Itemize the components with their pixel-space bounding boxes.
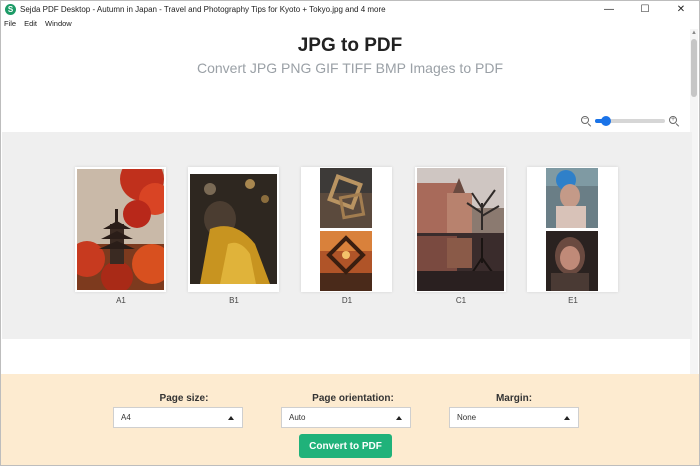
window-controls: — ☐ ✕	[591, 1, 699, 17]
pages-area: A1 B1 D1 C1 E1	[2, 132, 692, 339]
options-panel: Page size: A4 Page orientation: Auto Mar…	[1, 374, 699, 465]
close-button[interactable]: ✕	[663, 1, 699, 17]
page-thumbnail[interactable]	[188, 167, 279, 292]
page-subtitle: Convert JPG PNG GIF TIFF BMP Images to P…	[197, 60, 503, 76]
zoom-control: − +	[581, 116, 680, 127]
frames-photo-icon	[320, 168, 372, 291]
window-title: Sejda PDF Desktop - Autumn in Japan - Tr…	[20, 4, 386, 14]
page-thumbnail[interactable]	[301, 167, 392, 292]
margin-select[interactable]: None	[449, 407, 579, 428]
zoom-slider[interactable]	[595, 116, 665, 126]
pagoda-photo-icon	[77, 169, 164, 290]
zoom-slider-thumb[interactable]	[600, 116, 611, 126]
menu-window[interactable]: Window	[45, 19, 72, 28]
city-reflection-photo-icon	[417, 168, 504, 291]
portrait-photo-icon	[190, 174, 277, 284]
zoom-in-icon[interactable]: +	[669, 116, 680, 127]
page-size-label: Page size:	[159, 393, 209, 404]
page-thumbnail[interactable]	[75, 167, 166, 292]
page-label: E1	[568, 296, 578, 305]
page-thumbnail[interactable]	[415, 167, 506, 292]
page-label: D1	[341, 296, 353, 305]
page-label: C1	[455, 296, 467, 305]
page-orientation-label: Page orientation:	[312, 393, 394, 404]
caret-up-icon	[228, 416, 234, 420]
margin-label: Margin:	[495, 393, 533, 404]
title-bar: S Sejda PDF Desktop - Autumn in Japan - …	[1, 1, 699, 17]
convert-to-pdf-button[interactable]: Convert to PDF	[299, 434, 392, 458]
menu-bar: File Edit Window	[1, 17, 77, 29]
portraits-photo-icon	[546, 168, 598, 291]
scroll-thumb[interactable]	[691, 39, 697, 97]
page-size-select[interactable]: A4	[113, 407, 243, 428]
page-label: B1	[229, 296, 239, 305]
maximize-button[interactable]: ☐	[627, 1, 663, 17]
scroll-up-icon[interactable]: ▲	[690, 29, 698, 37]
caret-up-icon	[564, 416, 570, 420]
zoom-out-icon[interactable]: −	[581, 116, 592, 127]
app-logo-icon: S	[5, 3, 16, 15]
page-orientation-select[interactable]: Auto	[281, 407, 411, 428]
page-thumbnail[interactable]	[527, 167, 618, 292]
page-orientation-value: Auto	[289, 413, 306, 422]
page-size-value: A4	[121, 413, 131, 422]
page-title: JPG to PDF	[297, 35, 403, 56]
minimize-button[interactable]: —	[591, 1, 627, 17]
caret-up-icon	[396, 416, 402, 420]
menu-file[interactable]: File	[4, 19, 16, 28]
margin-value: None	[457, 413, 477, 422]
page-label: A1	[116, 296, 126, 305]
menu-edit[interactable]: Edit	[24, 19, 37, 28]
app-window: S Sejda PDF Desktop - Autumn in Japan - …	[0, 0, 700, 466]
